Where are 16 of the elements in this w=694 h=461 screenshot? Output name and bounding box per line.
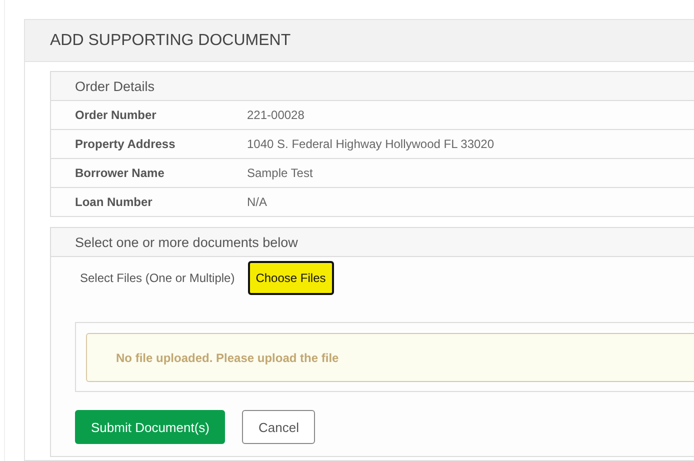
file-label: Select Files (One or Multiple) bbox=[80, 271, 235, 285]
field-label: Order Number bbox=[74, 108, 158, 122]
choose-files-button[interactable]: Choose Files bbox=[248, 261, 334, 295]
field-value: 1040 S. Federal Highway Hollywood FL 33020 bbox=[247, 137, 494, 151]
field-label: Loan Number bbox=[74, 195, 154, 209]
page-title: ADD SUPPORTING DOCUMENT bbox=[25, 20, 694, 62]
field-label: Property Address bbox=[74, 137, 176, 151]
field-label: Borrower Name bbox=[74, 166, 166, 180]
submit-button[interactable]: Submit Document(s) bbox=[75, 410, 226, 444]
panel-title: Select one or more documents below bbox=[51, 228, 694, 257]
field-value: N/A bbox=[247, 195, 268, 209]
cancel-button[interactable]: Cancel bbox=[242, 410, 315, 444]
panel-title: Order Details bbox=[51, 72, 694, 101]
alert-message: No file uploaded. Please upload the file bbox=[86, 333, 694, 382]
field-value: Sample Test bbox=[247, 166, 313, 180]
field-value: 221-00028 bbox=[247, 108, 304, 122]
